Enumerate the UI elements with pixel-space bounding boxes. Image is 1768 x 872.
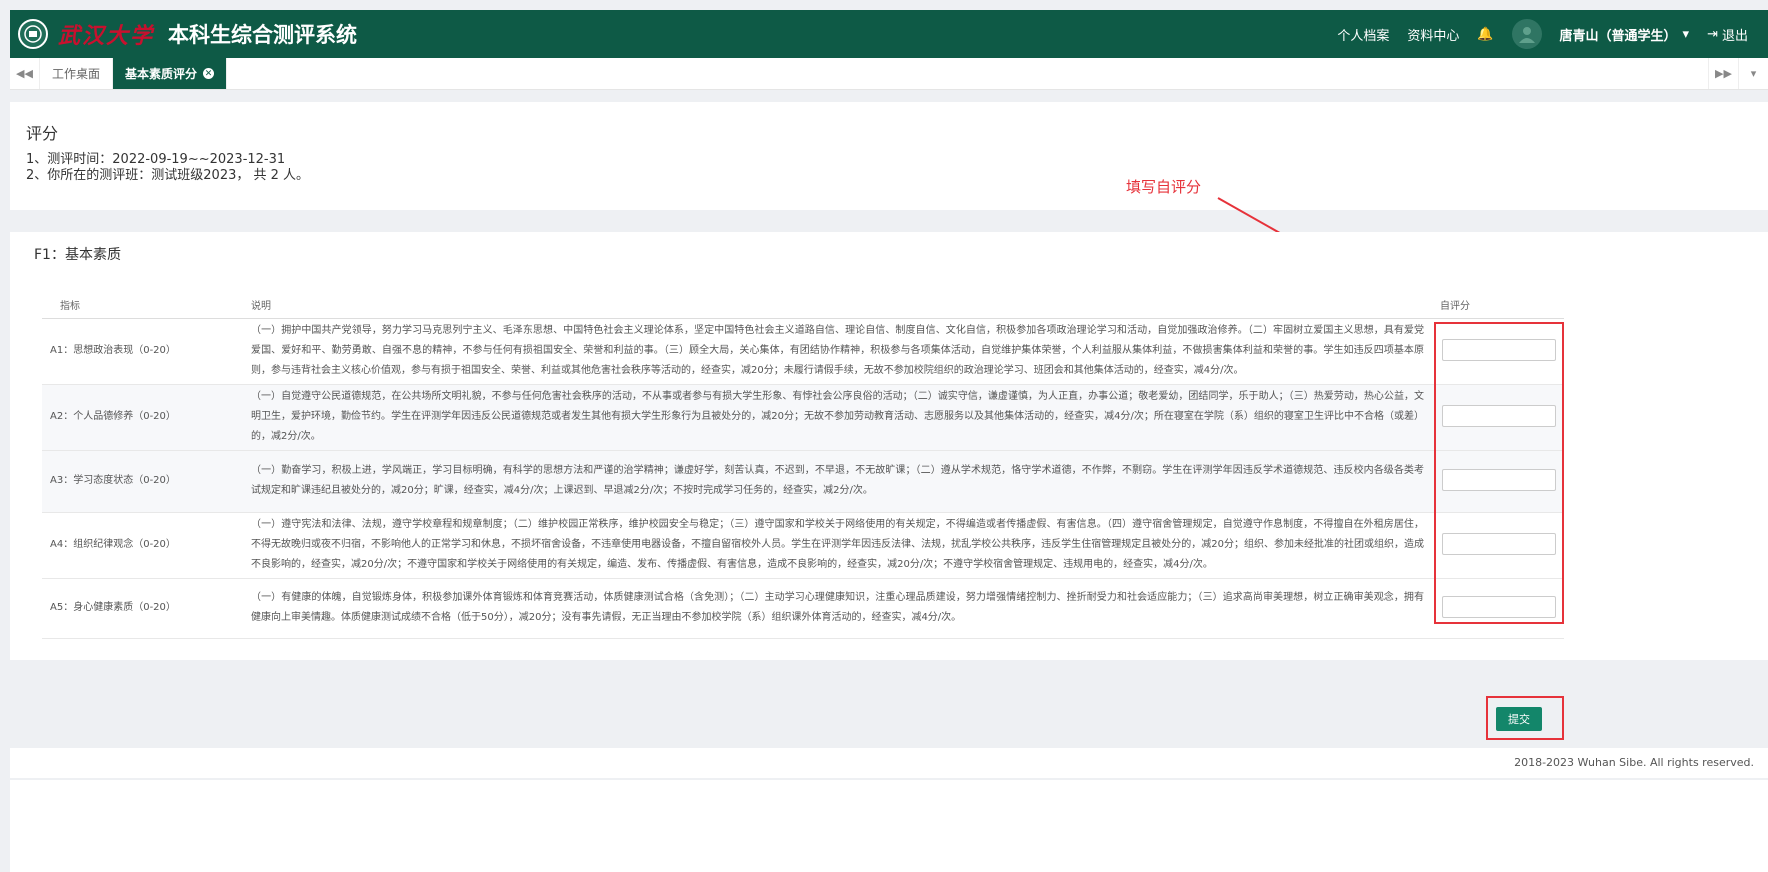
table-row: A4：组织纪律观念（0-20） （一）遵守宪法和法律、法规，遵守学校章程和规章制…	[42, 512, 1564, 579]
description-cell: （一）拥护中国共产党领导，努力学习马克思列宁主义、毛泽东思想、中国特色社会主义理…	[251, 318, 1440, 385]
nav-personal-archive[interactable]: 个人档案	[1337, 25, 1389, 44]
evaluation-class: 2、你所在的测评班：测试班级2023， 共 2 人。	[26, 168, 310, 183]
column-indicator: 指标	[42, 292, 251, 319]
copyright-text: 2018-2023 Wuhan Sibe. All rights reserve…	[1514, 756, 1754, 769]
table-row: A1：思想政治表现（0-20） （一）拥护中国共产党领导，努力学习马克思列宁主义…	[42, 318, 1564, 385]
tab-menu-dropdown-icon[interactable]: ▾	[1738, 58, 1768, 89]
nav-resource-center[interactable]: 资料中心	[1407, 25, 1459, 44]
tab-bar: ◀◀ 工作桌面 基本素质评分 ✕ ▶▶ ▾	[10, 58, 1768, 90]
column-description: 说明	[251, 292, 1440, 319]
footer: 2018-2023 Wuhan Sibe. All rights reserve…	[10, 748, 1768, 778]
section-title: F1：基本素质	[34, 247, 121, 263]
university-emblem-icon	[18, 19, 48, 49]
table-row: A2：个人品德修养（0-20） （一）自觉遵守公民道德规范，在公共场所文明礼貌，…	[42, 384, 1564, 451]
tab-scroll-right-icon[interactable]: ▶▶	[1708, 58, 1738, 89]
tab-scroll-left-icon[interactable]: ◀◀	[10, 58, 40, 89]
annotation-label: 填写自评分	[1126, 178, 1202, 196]
evaluation-period: 1、测评时间：2022-09-19~~2023-12-31	[26, 152, 286, 167]
tab-basic-quality-score[interactable]: 基本素质评分 ✕	[113, 58, 228, 89]
intro-panel: 评分 1、测评时间：2022-09-19~~2023-12-31 2、你所在的测…	[10, 102, 1768, 210]
bell-icon[interactable]: 🔔	[1477, 27, 1493, 42]
description-cell: （一）自觉遵守公民道德规范，在公共场所文明礼貌，不参与任何危害社会秩序的活动，不…	[251, 384, 1440, 451]
caret-down-icon: ▾	[1682, 26, 1690, 42]
description-cell: （一）遵守宪法和法律、法规，遵守学校章程和规章制度；（二）维护校园正常秩序，维护…	[251, 512, 1440, 579]
table-row: A3：学习态度状态（0-20） （一）勤奋学习，积极上进，学风端正，学习目标明确…	[42, 450, 1564, 513]
logout-icon: ⇥	[1707, 26, 1718, 42]
indicator-cell: A4：组织纪律观念（0-20）	[42, 512, 251, 579]
description-cell: （一）有健康的体魄，自觉锻炼身体，积极参加课外体育锻炼和体育竞赛活动，体质健康测…	[251, 578, 1440, 639]
system-title: 本科生综合测评系统	[168, 23, 358, 47]
user-name: 唐青山（普通学生）	[1559, 28, 1677, 44]
column-self-score: 自评分	[1440, 292, 1564, 319]
self-score-highlight-box	[1434, 322, 1564, 624]
page-title: 评分	[26, 124, 59, 143]
avatar[interactable]	[1511, 19, 1542, 49]
tab-workspace[interactable]: 工作桌面	[40, 58, 114, 89]
university-logo-text: 武汉大学	[58, 23, 155, 49]
submit-button[interactable]: 提交	[1496, 707, 1542, 731]
indicator-cell: A1：思想政治表现（0-20）	[42, 318, 251, 385]
user-menu[interactable]: 唐青山（普通学生） ▾	[1560, 25, 1690, 44]
top-bar: 武汉大学 本科生综合测评系统 个人档案 资料中心 🔔 唐青山（普通学生） ▾ ⇥…	[10, 10, 1768, 58]
description-cell: （一）勤奋学习，积极上进，学风端正，学习目标明确，有科学的思想方法和严谨的治学精…	[251, 450, 1440, 513]
table-header-row: 指标 说明 自评分	[42, 292, 1564, 319]
evaluation-info: 1、测评时间：2022-09-19~~2023-12-31 2、你所在的测评班：…	[26, 152, 309, 184]
indicator-cell: A2：个人品德修养（0-20）	[42, 384, 251, 451]
table-row: A5：身心健康素质（0-20） （一）有健康的体魄，自觉锻炼身体，积极参加课外体…	[42, 578, 1564, 639]
page-bottom	[10, 780, 1768, 872]
close-tab-icon[interactable]: ✕	[203, 68, 215, 79]
score-table: 指标 说明 自评分 A1：思想政治表现（0-20） （一）拥护中国共产党领导，努…	[42, 292, 1564, 639]
indicator-cell: A5：身心健康素质（0-20）	[42, 578, 251, 639]
logout-button[interactable]: ⇥ 退出	[1707, 25, 1748, 44]
indicator-cell: A3：学习态度状态（0-20）	[42, 450, 251, 513]
